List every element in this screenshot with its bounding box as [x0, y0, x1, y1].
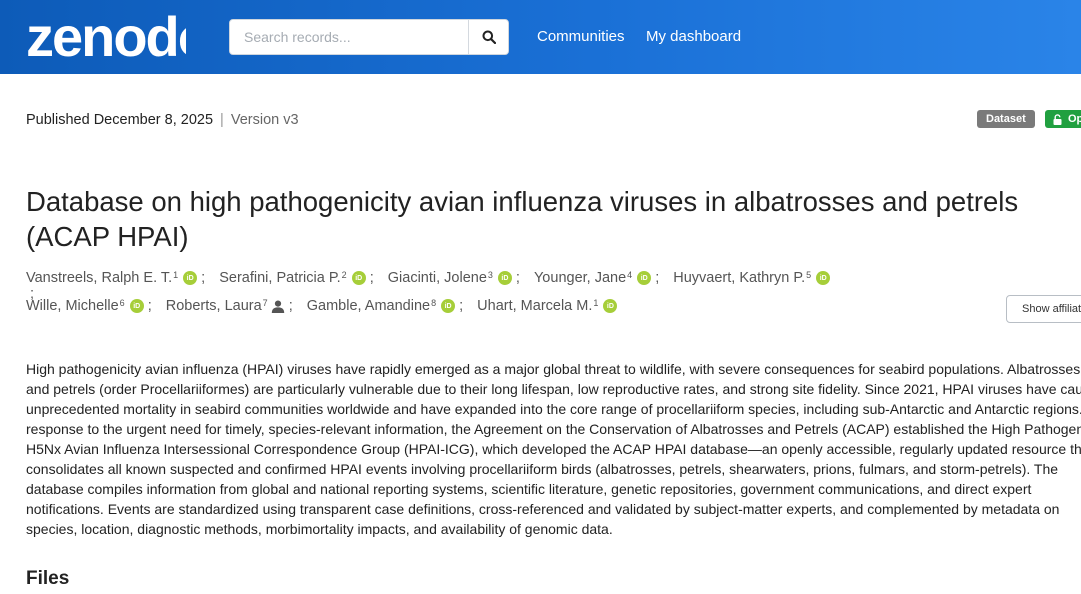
record-description: High pathogenicity avian influenza (HPAI… [26, 359, 1081, 539]
affiliation-number: 4 [627, 270, 633, 280]
orcid-icon[interactable]: iD [441, 299, 456, 313]
author-roberts[interactable]: Roberts, Laura 7 [166, 298, 285, 314]
author-gamble[interactable]: Gamble, Amandine 8 iD [306, 298, 456, 314]
person-icon [271, 300, 284, 313]
orcid-icon[interactable]: iD [183, 271, 198, 285]
version-label: Version v3 [230, 112, 299, 128]
search-button[interactable] [468, 20, 508, 54]
author-separator: ; [459, 298, 464, 314]
author-vanstreels[interactable]: Vanstreels, Ralph E. T. 1 iD [26, 270, 198, 286]
zenodo-logo[interactable]: zenodo [26, 5, 213, 68]
logo-text: zenodo [26, 8, 186, 62]
description-line: and petrels (order Procellariiformes) ar… [26, 381, 1081, 397]
affiliation-number: 6 [119, 298, 125, 308]
nav-my-dashboard[interactable]: My dashboard [646, 28, 741, 45]
affiliation-number: 1 [593, 298, 599, 308]
author-name: Serafini, Patricia P. [219, 270, 341, 286]
description-line: unprecedented mortality in seabird commu… [26, 401, 1081, 417]
unlock-icon [1053, 113, 1062, 125]
author-name: Wille, Michelle [26, 298, 119, 314]
description-line: species, location, diagnostic methods, m… [26, 521, 613, 537]
orcid-icon[interactable]: iD [603, 299, 618, 313]
author-name: Giacinti, Jolene [387, 270, 487, 286]
author-name: Gamble, Amandine [306, 298, 431, 314]
author-name: Uhart, Marcela M. [477, 298, 593, 314]
description-line: database compiles information from globa… [26, 481, 1032, 497]
author-uhart[interactable]: Uhart, Marcela M. 1 iD [477, 298, 618, 314]
top-navbar: zenodo Communities My dashboard [0, 0, 1081, 74]
show-affiliations-button[interactable]: Show affiliations [1006, 295, 1081, 323]
authors-list-continued: Wille, Michelle 6 iD ; Roberts, Laura 7 ; … [26, 298, 846, 314]
affiliation-number: 3 [487, 270, 493, 280]
orcid-icon[interactable]: iD [816, 271, 831, 285]
affiliation-number: 7 [262, 298, 268, 308]
author-separator: ; [369, 270, 374, 286]
search-icon [482, 30, 496, 44]
description-line: High pathogenicity avian influenza (HPAI… [26, 361, 1081, 377]
orcid-icon[interactable]: iD [351, 271, 366, 285]
author-younger[interactable]: Younger, Jane 4 iD [533, 270, 652, 286]
author-separator: ; [147, 298, 152, 314]
author-separator: ; [288, 298, 293, 314]
description-line: consolidates all known suspected and con… [26, 461, 1059, 477]
search-bar [229, 19, 509, 55]
description-line: response to the urgent need for timely, … [26, 421, 1081, 437]
search-input[interactable] [230, 20, 469, 54]
author-serafini[interactable]: Serafini, Patricia P. 2 iD [219, 270, 366, 286]
resource-type-badge: Dataset [977, 110, 1035, 128]
author-separator: ; [655, 270, 660, 286]
author-separator: ; [515, 270, 520, 286]
files-heading: Files [26, 568, 70, 589]
author-giacinti[interactable]: Giacinti, Jolene 3 iD [388, 270, 512, 286]
author-name: Younger, Jane [533, 270, 627, 286]
description-line: notifications. Events are standardized u… [26, 501, 1060, 517]
author-name: Vanstreels, Ralph E. T. [26, 270, 173, 286]
description-line: H5Nx Avian Influenza Intersessional Corr… [26, 441, 1081, 457]
affiliation-number: 5 [806, 270, 812, 280]
orcid-icon[interactable]: iD [129, 299, 144, 313]
separator: | [220, 112, 224, 128]
published-date: Published December 8, 2025 [26, 112, 214, 128]
orcid-icon[interactable]: iD [497, 271, 512, 285]
publication-info: Published December 8, 2025 | Version v3 [26, 112, 299, 128]
affiliation-number: 1 [173, 270, 179, 280]
author-name: Huyvaert, Kathryn P. [673, 270, 806, 286]
author-separator: ; [201, 270, 206, 286]
affiliation-number: 2 [341, 270, 347, 280]
record-title: Database on high pathogenicity avian inf… [26, 186, 1019, 252]
author-huyvaert[interactable]: Huyvaert, Kathryn P. 5 iD [673, 270, 831, 286]
author-name: Roberts, Laura [165, 298, 262, 314]
access-badge-label: Open [1068, 113, 1081, 125]
access-badge: Open [1045, 110, 1081, 128]
orcid-icon[interactable]: iD [637, 271, 652, 285]
affiliation-number: 8 [431, 298, 437, 308]
author-wille[interactable]: Wille, Michelle 6 iD [26, 298, 144, 314]
nav-communities[interactable]: Communities [537, 28, 625, 45]
